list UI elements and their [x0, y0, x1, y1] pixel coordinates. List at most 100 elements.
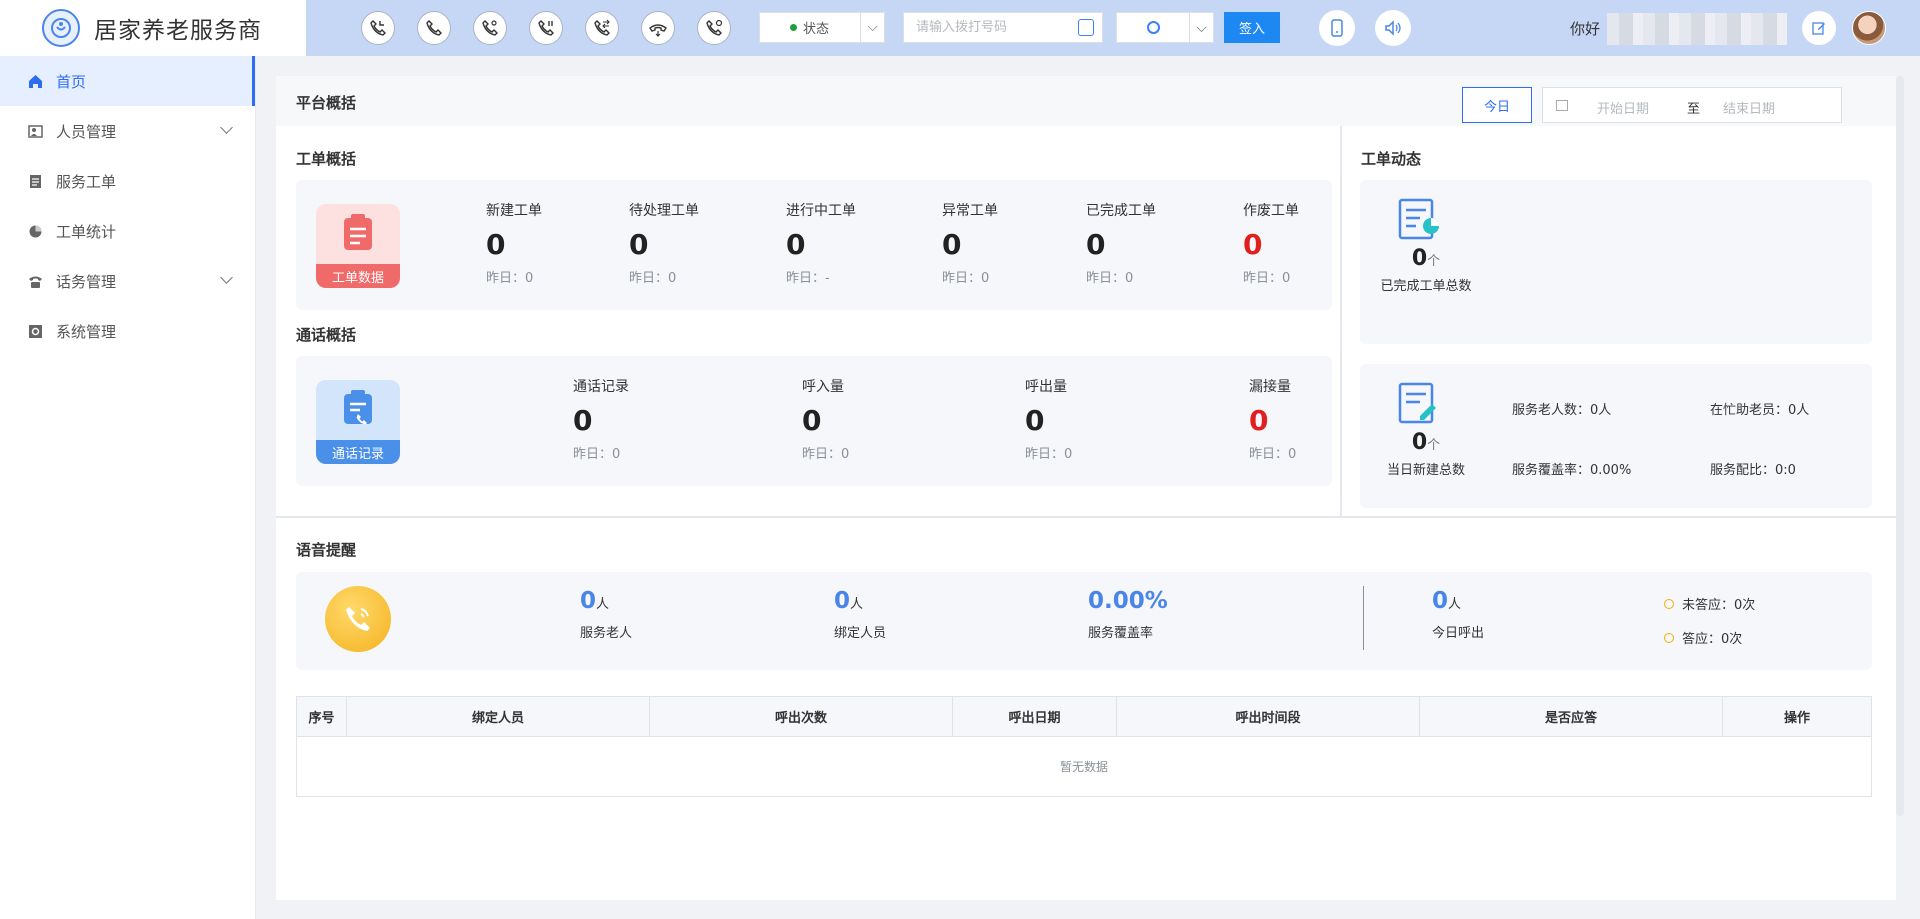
stat-name: 漏接量: [1249, 379, 1291, 395]
stat-inbound-calls[interactable]: 呼入量 0 昨日：0: [802, 376, 849, 462]
sidebar-item-label: 首页: [56, 72, 87, 91]
brand: 居家养老服务商: [0, 0, 306, 56]
call-hold-icon[interactable]: [529, 11, 563, 45]
new-orders-icon: [1398, 382, 1436, 424]
stat-value: 0: [1025, 404, 1045, 437]
stat-missed-calls[interactable]: 漏接量 0 昨日：0: [1249, 376, 1296, 462]
stat-value: 0: [1432, 588, 1449, 614]
stat-new-orders[interactable]: 新建工单 0 昨日：0: [486, 200, 542, 286]
stat-completed-orders[interactable]: 已完成工单 0 昨日：0: [1086, 200, 1156, 286]
stat-divider: [1363, 586, 1364, 650]
page-title: 平台概括: [296, 94, 357, 112]
page-scrollbar[interactable]: [1896, 76, 1904, 816]
status-ring-icon: [1664, 598, 1674, 609]
stat-yesterday: 昨日：0: [629, 271, 677, 286]
sidebar-item-label: 服务工单: [56, 172, 117, 191]
stat-coverage-rate[interactable]: 0.00% 服务覆盖率: [1088, 588, 1168, 641]
date-range-picker[interactable]: 开始日期 至 结束日期: [1542, 87, 1842, 123]
app-logo-icon: [42, 9, 80, 47]
column-header[interactable]: 呼出日期: [952, 696, 1117, 737]
panel-divider: [1340, 126, 1342, 516]
sidebar-item-label: 系统管理: [56, 322, 117, 341]
table-header-row: 序号 绑定人员 呼出次数 呼出日期 呼出时间段 是否应答 操作: [296, 696, 1872, 737]
sidebar-item-label: 人员管理: [56, 122, 117, 141]
column-header[interactable]: 呼出时间段: [1116, 696, 1420, 737]
workorder-data-badge[interactable]: 工单数据: [316, 204, 400, 288]
stat-served-elderly[interactable]: 0人 服务老人: [580, 588, 632, 641]
call-transfer-icon[interactable]: [473, 11, 507, 45]
completed-orders-card: 0个 已完成工单总数: [1360, 180, 1872, 344]
stat-name: 新建工单: [486, 203, 542, 219]
stat-name: 已完成工单: [1086, 203, 1156, 219]
greeting-text: 你好: [1570, 20, 1601, 38]
agent-status-select[interactable]: 状态 ⌵: [759, 12, 885, 43]
completed-orders-icon: [1398, 198, 1439, 240]
hangup-icon[interactable]: [641, 11, 675, 45]
edit-icon[interactable]: [1802, 11, 1836, 45]
unit-label: 个: [1427, 254, 1441, 269]
service-coverage-rate: 服务覆盖率：0.00%: [1512, 463, 1632, 478]
top-bar: 居家养老服务商 状态 ⌵ ⌵ 签入 你好: [0, 0, 1920, 56]
sidebar-item-service-orders[interactable]: 服务工单: [0, 156, 255, 206]
stat-bound-staff[interactable]: 0人 绑定人员: [834, 588, 886, 641]
stat-yesterday: 昨日：0: [1025, 447, 1073, 462]
call-swap-icon[interactable]: [585, 11, 619, 45]
call-badge-label: 通话记录: [316, 440, 400, 464]
stat-value: 0: [573, 404, 593, 437]
sidebar-item-home[interactable]: 首页: [0, 56, 255, 106]
phone-icon[interactable]: [417, 11, 451, 45]
sign-in-button[interactable]: 签入: [1224, 12, 1280, 43]
stat-name: 作废工单: [1243, 203, 1299, 219]
start-date-input[interactable]: 开始日期: [1597, 98, 1649, 117]
sidebar-item-call-management[interactable]: 话务管理: [0, 256, 255, 306]
stat-value: 0: [1249, 404, 1269, 437]
sidebar-item-personnel[interactable]: 人员管理: [0, 106, 255, 156]
answer-call-icon[interactable]: [361, 11, 395, 45]
chevron-down-icon[interactable]: ⌵: [1189, 13, 1213, 42]
stat-yesterday: 昨日：0: [942, 271, 990, 286]
status-dot-icon: [790, 24, 797, 31]
avatar[interactable]: [1852, 11, 1886, 45]
call-record-icon: [344, 390, 372, 425]
stat-call-records[interactable]: 通话记录 0 昨日：0: [573, 376, 629, 462]
sidebar-item-order-stats[interactable]: 工单统计: [0, 206, 255, 256]
stat-pending-orders[interactable]: 待处理工单 0 昨日：0: [629, 200, 699, 286]
home-icon: [27, 73, 44, 90]
phone-device-icon[interactable]: [1319, 10, 1355, 46]
end-date-input[interactable]: 结束日期: [1723, 98, 1775, 117]
stat-in-progress-orders[interactable]: 进行中工单 0 昨日：-: [786, 200, 856, 286]
stat-yesterday: 昨日：0: [1086, 271, 1134, 286]
column-header[interactable]: 是否应答: [1419, 696, 1723, 737]
call-overview-card: 通话记录 通话记录 0 昨日：0 呼入量 0 昨日：0 呼出量 0 昨日：0 漏…: [296, 356, 1332, 486]
pie-chart-icon: [27, 223, 44, 240]
sidebar-item-label: 工单统计: [56, 222, 117, 241]
call-settings-icon[interactable]: [697, 11, 731, 45]
stat-name: 通话记录: [573, 379, 629, 395]
stat-label: 服务老人: [580, 626, 633, 641]
column-header[interactable]: 操作: [1722, 696, 1872, 737]
date-range-separator: 至: [1687, 102, 1701, 117]
speaker-icon[interactable]: [1375, 10, 1411, 46]
table-row: 暂无数据: [296, 736, 1872, 797]
calendar-icon: [1556, 100, 1568, 111]
sidebar-item-system[interactable]: 系统管理: [0, 306, 255, 356]
stat-abnormal-orders[interactable]: 异常工单 0 昨日：0: [942, 200, 998, 286]
stat-outbound-calls[interactable]: 呼出量 0 昨日：0: [1025, 376, 1072, 462]
dial-number-field[interactable]: [903, 12, 1103, 43]
stat-voided-orders[interactable]: 作废工单 0 昨日：0: [1243, 200, 1299, 286]
column-header[interactable]: 序号: [296, 696, 347, 737]
service-ratio: 服务配比：0:0: [1710, 463, 1796, 478]
today-button[interactable]: 今日: [1462, 87, 1532, 123]
column-header[interactable]: 呼出次数: [649, 696, 953, 737]
sidebar: 首页 人员管理 服务工单 工单统计 话务管理 系统管理: [0, 56, 256, 919]
stat-today-outbound[interactable]: 0人 今日呼出: [1432, 588, 1484, 641]
workorder-badge-label: 工单数据: [316, 264, 400, 288]
column-header[interactable]: 绑定人员: [346, 696, 650, 737]
contacts-icon[interactable]: [1078, 19, 1094, 36]
dial-number-input[interactable]: [904, 13, 1064, 42]
call-record-badge[interactable]: 通话记录: [316, 380, 400, 464]
stat-label: 绑定人员: [834, 626, 887, 641]
chevron-down-icon[interactable]: ⌵: [860, 13, 884, 42]
stat-yesterday: 昨日：0: [1243, 271, 1291, 286]
line-select[interactable]: ⌵: [1116, 12, 1214, 43]
